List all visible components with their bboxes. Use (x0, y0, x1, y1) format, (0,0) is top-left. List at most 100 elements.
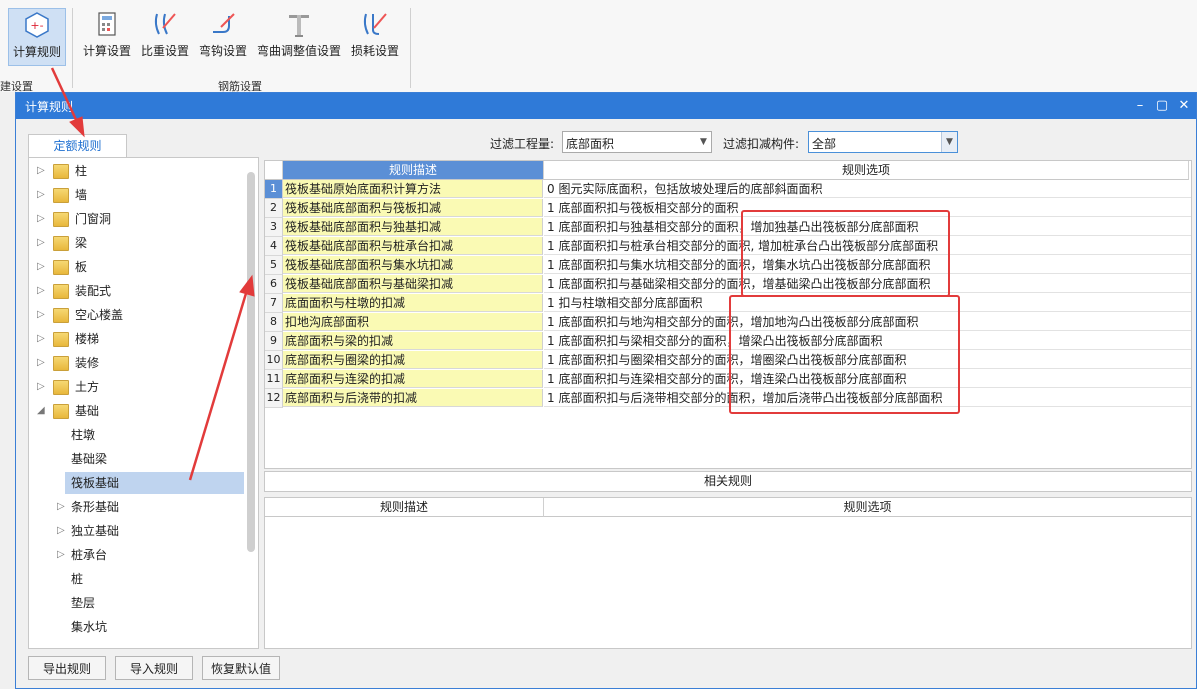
expand-arrow-icon[interactable]: ▷ (57, 520, 67, 542)
tree-node[interactable]: ▷ 柱 (29, 160, 244, 182)
table-row[interactable]: 5 筏板基础底部面积与集水坑扣减 1 底部面积扣与集水坑相交部分的面积，增集水坑凸出… (265, 256, 1191, 275)
table-row[interactable]: 2 筏板基础底部面积与筏板扣减 1 底部面积扣与筏板相交部分的面积 (265, 199, 1191, 218)
rule-option-cell[interactable]: 1 底部面积扣与连梁相交部分的面积，增连梁凸出筏板部分底部面积 (544, 370, 1191, 388)
tree-node[interactable]: ▷ 独立基础 (29, 520, 244, 542)
tree-node[interactable]: 筏板基础 (65, 472, 244, 494)
rule-option-cell[interactable]: 1 底部面积扣与集水坑相交部分的面积，增集水坑凸出筏板部分底部面积 (544, 256, 1191, 274)
bend-adjust-ribbon-button[interactable]: 弯曲调整值设置 (255, 8, 343, 64)
rule-description-cell[interactable]: 底面面积与柱墩的扣减 (283, 294, 543, 312)
tab-quota-rules[interactable]: 定额规则 (28, 134, 127, 158)
tree-node[interactable]: ▷ 梁 (29, 232, 244, 254)
export-rules-button[interactable]: 导出规则 (28, 656, 106, 680)
rule-description-cell[interactable]: 筏板基础底部面积与基础梁扣减 (283, 275, 543, 293)
restore-defaults-button[interactable]: 恢复默认值 (202, 656, 280, 680)
rule-option-cell[interactable]: 1 底部面积扣与基础梁相交部分的面积，增基础梁凸出筏板部分底部面积 (544, 275, 1191, 293)
rule-description-cell[interactable]: 扣地沟底部面积 (283, 313, 543, 331)
rule-description-cell[interactable]: 底部面积与圈梁的扣减 (283, 351, 543, 369)
expand-arrow-icon[interactable]: ▷ (37, 184, 47, 206)
tree-node[interactable]: ◢ 基础 (29, 400, 244, 422)
folder-icon (53, 212, 69, 227)
filter-quantity-select[interactable]: 底部面积 ▼ (562, 131, 712, 153)
tree-node[interactable]: ▷ 板 (29, 256, 244, 278)
grid-header-option[interactable]: 规则选项 (544, 161, 1189, 180)
tree-node[interactable]: 桩 (29, 568, 244, 590)
rule-description-cell[interactable]: 筏板基础原始底面积计算方法 (283, 180, 543, 198)
rule-option-cell[interactable]: 1 扣与柱墩相交部分底部面积 (544, 294, 1191, 312)
rule-option-cell[interactable]: 1 底部面积扣与圈梁相交部分的面积，增圈梁凸出筏板部分底部面积 (544, 351, 1191, 369)
rule-option-cell[interactable]: 1 底部面积扣与独基相交部分的面积，增加独基凸出筏板部分底部面积 (544, 218, 1191, 236)
expand-arrow-icon[interactable]: ▷ (37, 208, 47, 230)
folder-icon (53, 380, 69, 395)
tree-node[interactable]: ▷ 楼梯 (29, 328, 244, 350)
chevron-down-icon: ▼ (941, 132, 957, 152)
tree-node[interactable]: ▷ 装配式 (29, 280, 244, 302)
rule-description-cell[interactable]: 筏板基础底部面积与独基扣减 (283, 218, 543, 236)
calc-settings-ribbon-button[interactable]: 计算设置 (80, 8, 134, 64)
rule-description-cell[interactable]: 筏板基础底部面积与桩承台扣减 (283, 237, 543, 255)
expand-arrow-open-icon[interactable]: ◢ (37, 400, 47, 422)
component-tree: ▷ 柱 ▷ 墙 ▷ 门窗洞 ▷ 梁 ▷ 板 ▷ 装配式 ▷ 空心楼盖 ▷ 楼梯 ▷ 装修 ▷ 土方 ◢ 基础 柱墩 基础梁 筏板… (28, 157, 259, 649)
tree-node[interactable]: ▷ 空心楼盖 (29, 304, 244, 326)
row-number: 3 (265, 218, 283, 237)
rule-option-cell[interactable]: 1 底部面积扣与后浇带相交部分的面积，增加后浇带凸出筏板部分底部面积 (544, 389, 1191, 407)
tree-scrollbar[interactable] (247, 172, 255, 552)
rule-option-cell[interactable]: 1 底部面积扣与桩承台相交部分的面积, 增加桩承台凸出筏板部分底部面积 (544, 237, 1191, 255)
table-row[interactable]: 9 底部面积与梁的扣减 1 底部面积扣与梁相交部分的面积，增梁凸出筏板部分底部面积 (265, 332, 1191, 351)
table-row[interactable]: 1 筏板基础原始底面积计算方法 0 图元实际底面积，包括放坡处理后的底部斜面面积 (265, 180, 1191, 199)
table-row[interactable]: 4 筏板基础底部面积与桩承台扣减 1 底部面积扣与桩承台相交部分的面积, 增加桩承台… (265, 237, 1191, 256)
table-row[interactable]: 11 底部面积与连梁的扣减 1 底部面积扣与连梁相交部分的面积，增连梁凸出筏板部分底… (265, 370, 1191, 389)
tree-node-label: 楼梯 (75, 332, 100, 346)
expand-arrow-icon[interactable]: ▷ (37, 160, 47, 182)
loss-settings-ribbon-button[interactable]: 损耗设置 (349, 8, 401, 64)
tree-node[interactable]: ▷ 条形基础 (29, 496, 244, 518)
dialog-title-bar[interactable]: 计算规则 – ▢ ✕ (16, 93, 1196, 119)
rule-description-cell[interactable]: 底部面积与梁的扣减 (283, 332, 543, 350)
gravity-settings-ribbon-button[interactable]: 比重设置 (139, 8, 191, 64)
table-row[interactable]: 3 筏板基础底部面积与独基扣减 1 底部面积扣与独基相交部分的面积，增加独基凸出筏板… (265, 218, 1191, 237)
expand-arrow-icon[interactable]: ▷ (37, 256, 47, 278)
import-rules-button[interactable]: 导入规则 (115, 656, 193, 680)
expand-arrow-icon[interactable]: ▷ (37, 328, 47, 350)
expand-arrow-icon[interactable]: ▷ (37, 280, 47, 302)
tree-node[interactable]: ▷ 土方 (29, 376, 244, 398)
expand-arrow-icon[interactable]: ▷ (37, 232, 47, 254)
rule-description-cell[interactable]: 筏板基础底部面积与集水坑扣减 (283, 256, 543, 274)
tree-node[interactable]: 集水坑 (29, 616, 244, 638)
tree-node[interactable]: 垫层 (29, 592, 244, 614)
tree-node[interactable]: 柱墩 (29, 424, 244, 446)
tree-node[interactable]: ▷ 墙 (29, 184, 244, 206)
table-row[interactable]: 7 底面面积与柱墩的扣减 1 扣与柱墩相交部分底部面积 (265, 294, 1191, 313)
close-icon[interactable]: ✕ (1174, 96, 1194, 116)
tree-node-label: 土方 (75, 380, 100, 394)
grid-header-desc[interactable]: 规则描述 (283, 161, 544, 180)
filter-component-select[interactable]: 全部 ▼ (808, 131, 958, 153)
table-row[interactable]: 6 筏板基础底部面积与基础梁扣减 1 底部面积扣与基础梁相交部分的面积，增基础梁凸出… (265, 275, 1191, 294)
rule-option-cell[interactable]: 0 图元实际底面积，包括放坡处理后的底部斜面面积 (544, 180, 1191, 198)
rule-option-cell[interactable]: 1 底部面积扣与梁相交部分的面积，增梁凸出筏板部分底部面积 (544, 332, 1191, 350)
ribbon-button-label: 损耗设置 (350, 44, 399, 58)
rule-option-cell[interactable]: 1 底部面积扣与地沟相交部分的面积，增加地沟凸出筏板部分底部面积 (544, 313, 1191, 331)
calc-rule-ribbon-button[interactable]: +- 计算规则 (8, 8, 66, 66)
expand-arrow-icon[interactable]: ▷ (37, 352, 47, 374)
table-row[interactable]: 10 底部面积与圈梁的扣减 1 底部面积扣与圈梁相交部分的面积，增圈梁凸出筏板部分底… (265, 351, 1191, 370)
expand-arrow-icon[interactable]: ▷ (37, 304, 47, 326)
hook-settings-ribbon-button[interactable]: 弯钩设置 (197, 8, 249, 64)
background-window-strip (0, 92, 16, 689)
tree-node[interactable]: ▷ 门窗洞 (29, 208, 244, 230)
rule-description-cell[interactable]: 底部面积与连梁的扣减 (283, 370, 543, 388)
expand-arrow-icon[interactable]: ▷ (37, 376, 47, 398)
minimize-icon[interactable]: – (1130, 96, 1150, 116)
filter-quantity-label: 过滤工程量: (490, 137, 555, 151)
table-row[interactable]: 12 底部面积与后浇带的扣减 1 底部面积扣与后浇带相交部分的面积，增加后浇带凸出筏… (265, 389, 1191, 408)
expand-arrow-icon[interactable]: ▷ (57, 544, 67, 566)
tree-node[interactable]: ▷ 桩承台 (29, 544, 244, 566)
row-number: 12 (265, 389, 283, 408)
table-row[interactable]: 8 扣地沟底部面积 1 底部面积扣与地沟相交部分的面积，增加地沟凸出筏板部分底部面积 (265, 313, 1191, 332)
rule-description-cell[interactable]: 底部面积与后浇带的扣减 (283, 389, 543, 407)
expand-arrow-icon[interactable]: ▷ (57, 496, 67, 518)
rule-option-cell[interactable]: 1 底部面积扣与筏板相交部分的面积 (544, 199, 1191, 217)
rule-description-cell[interactable]: 筏板基础底部面积与筏板扣减 (283, 199, 543, 217)
maximize-icon[interactable]: ▢ (1152, 96, 1172, 116)
tree-node[interactable]: 基础梁 (29, 448, 244, 470)
tree-node[interactable]: ▷ 装修 (29, 352, 244, 374)
